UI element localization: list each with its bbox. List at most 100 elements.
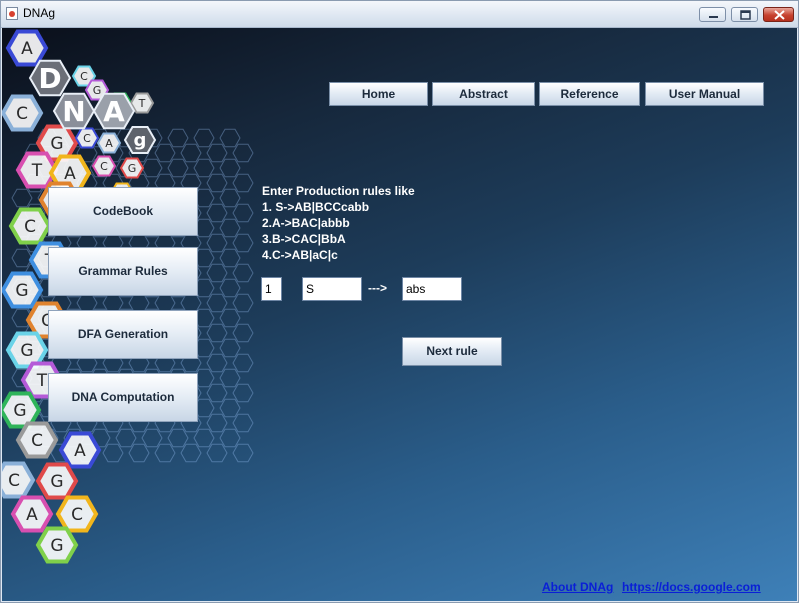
docs-link[interactable]: https://docs.google.com	[622, 580, 761, 594]
codebook-button[interactable]: CodeBook	[48, 187, 198, 236]
logo-letter: A	[103, 95, 125, 128]
rule-lhs-field[interactable]	[302, 277, 362, 301]
example-rule-3: 3.B->CAC|BbA	[262, 232, 346, 246]
grammar-rules-button[interactable]: Grammar Rules	[48, 247, 198, 296]
abstract-button[interactable]: Abstract	[432, 82, 535, 106]
title-bar[interactable]: DNAg	[1, 1, 798, 28]
produces-arrow: --->	[368, 281, 387, 295]
grid-hexagon	[232, 323, 254, 343]
grid-hexagon	[219, 428, 241, 448]
grid-hexagon	[180, 143, 202, 163]
grid-hexagon	[206, 203, 228, 223]
hexagon-letter: C	[83, 132, 91, 145]
maximize-icon	[740, 10, 751, 20]
grid-hexagon	[128, 443, 150, 463]
grid-hexagon	[206, 413, 228, 433]
maximize-button[interactable]	[731, 7, 758, 22]
hexagon-letter: A	[74, 441, 86, 461]
hexagon-letter: C	[100, 160, 108, 173]
logo-letter-hexagon: D	[28, 59, 72, 97]
grid-hexagon	[232, 173, 254, 193]
grid-hexagon	[219, 218, 241, 238]
letter-hexagon: A	[10, 495, 54, 533]
letter-hexagon: A	[58, 431, 102, 469]
hexagon-letter: C	[24, 217, 36, 237]
hexagon-letter: T	[36, 371, 48, 391]
hexagon-letter: C	[71, 505, 83, 525]
grid-hexagon	[193, 128, 215, 148]
hexagon-letter: G	[50, 536, 63, 556]
about-dnag-link[interactable]: About DNAg	[542, 580, 613, 594]
grid-hexagon	[232, 443, 254, 463]
letter-hexagon: C	[2, 461, 36, 499]
grid-hexagon	[219, 158, 241, 178]
hexagon-letter: C	[16, 104, 28, 124]
grid-hexagon	[232, 383, 254, 403]
close-icon	[774, 10, 785, 20]
hexagon-letter: C	[80, 70, 88, 83]
close-button[interactable]	[763, 7, 794, 22]
window-title: DNAg	[23, 6, 56, 20]
grid-hexagon	[167, 128, 189, 148]
grid-hexagon	[206, 383, 228, 403]
user-manual-button[interactable]: User Manual	[645, 82, 764, 106]
letter-hexagon: G	[119, 157, 145, 179]
grid-hexagon	[154, 443, 176, 463]
grid-hexagon	[141, 158, 163, 178]
app-window: DNAg ACGTACGCGTGCACGACGTACGCTCAGCTADNAg …	[0, 0, 799, 603]
production-rules-instructions: Enter Production rules like 1. S->AB|BCC…	[262, 183, 415, 263]
grid-hexagon	[206, 173, 228, 193]
grid-hexagon	[232, 143, 254, 163]
logo-letter: D	[38, 62, 61, 95]
grid-hexagon	[193, 428, 215, 448]
letter-hexagon: G	[35, 462, 79, 500]
hexagon-letter: G	[13, 401, 26, 421]
letter-hexagon: C	[74, 127, 100, 149]
logo-letter: g	[134, 130, 147, 151]
hexagon-letter: G	[128, 162, 137, 175]
instructions-heading: Enter Production rules like	[262, 184, 415, 198]
grid-hexagon	[115, 428, 137, 448]
letter-hexagon: A	[96, 132, 122, 154]
grid-hexagon	[232, 233, 254, 253]
grid-hexagon	[206, 143, 228, 163]
rule-rhs-field[interactable]	[402, 277, 462, 301]
letter-hexagon: A	[5, 29, 49, 67]
grid-hexagon	[219, 128, 241, 148]
grid-hexagon	[206, 323, 228, 343]
home-button[interactable]: Home	[329, 82, 428, 106]
hexagon-letter: A	[64, 164, 76, 184]
hexagon-letter: G	[93, 84, 102, 97]
grid-hexagon	[219, 398, 241, 418]
letter-hexagon: C	[15, 421, 59, 459]
rule-number-field[interactable]	[261, 277, 282, 301]
reference-button[interactable]: Reference	[539, 82, 640, 106]
dna-computation-button[interactable]: DNA Computation	[48, 373, 198, 422]
example-rule-4: 4.C->AB|aC|c	[262, 248, 338, 262]
grid-hexagon	[219, 368, 241, 388]
logo-letter-hexagon: A	[92, 92, 136, 130]
grid-hexagon	[232, 263, 254, 283]
logo-letter: N	[62, 95, 85, 128]
minimize-button[interactable]	[699, 7, 726, 22]
grid-hexagon	[154, 143, 176, 163]
grid-hexagon	[232, 353, 254, 373]
hexagon-letter: A	[105, 137, 113, 150]
letter-hexagon: G	[2, 271, 44, 309]
letter-hexagon: C	[55, 495, 99, 533]
grid-hexagon	[219, 188, 241, 208]
hexagon-letter: A	[21, 39, 33, 59]
letter-hexagon: C	[8, 207, 52, 245]
letter-hexagon: C	[91, 155, 117, 177]
letter-hexagon: G	[35, 526, 79, 564]
grid-hexagon	[180, 443, 202, 463]
grid-hexagon	[219, 278, 241, 298]
grid-hexagon	[167, 158, 189, 178]
hexagon-letter: G	[15, 281, 28, 301]
hexagon-letter: G	[20, 341, 33, 361]
hexagon-letter: G	[50, 134, 63, 154]
next-rule-button[interactable]: Next rule	[402, 337, 502, 366]
grid-hexagon	[206, 443, 228, 463]
example-rule-2: 2.A->BAC|abbb	[262, 216, 350, 230]
dfa-generation-button[interactable]: DFA Generation	[48, 310, 198, 359]
